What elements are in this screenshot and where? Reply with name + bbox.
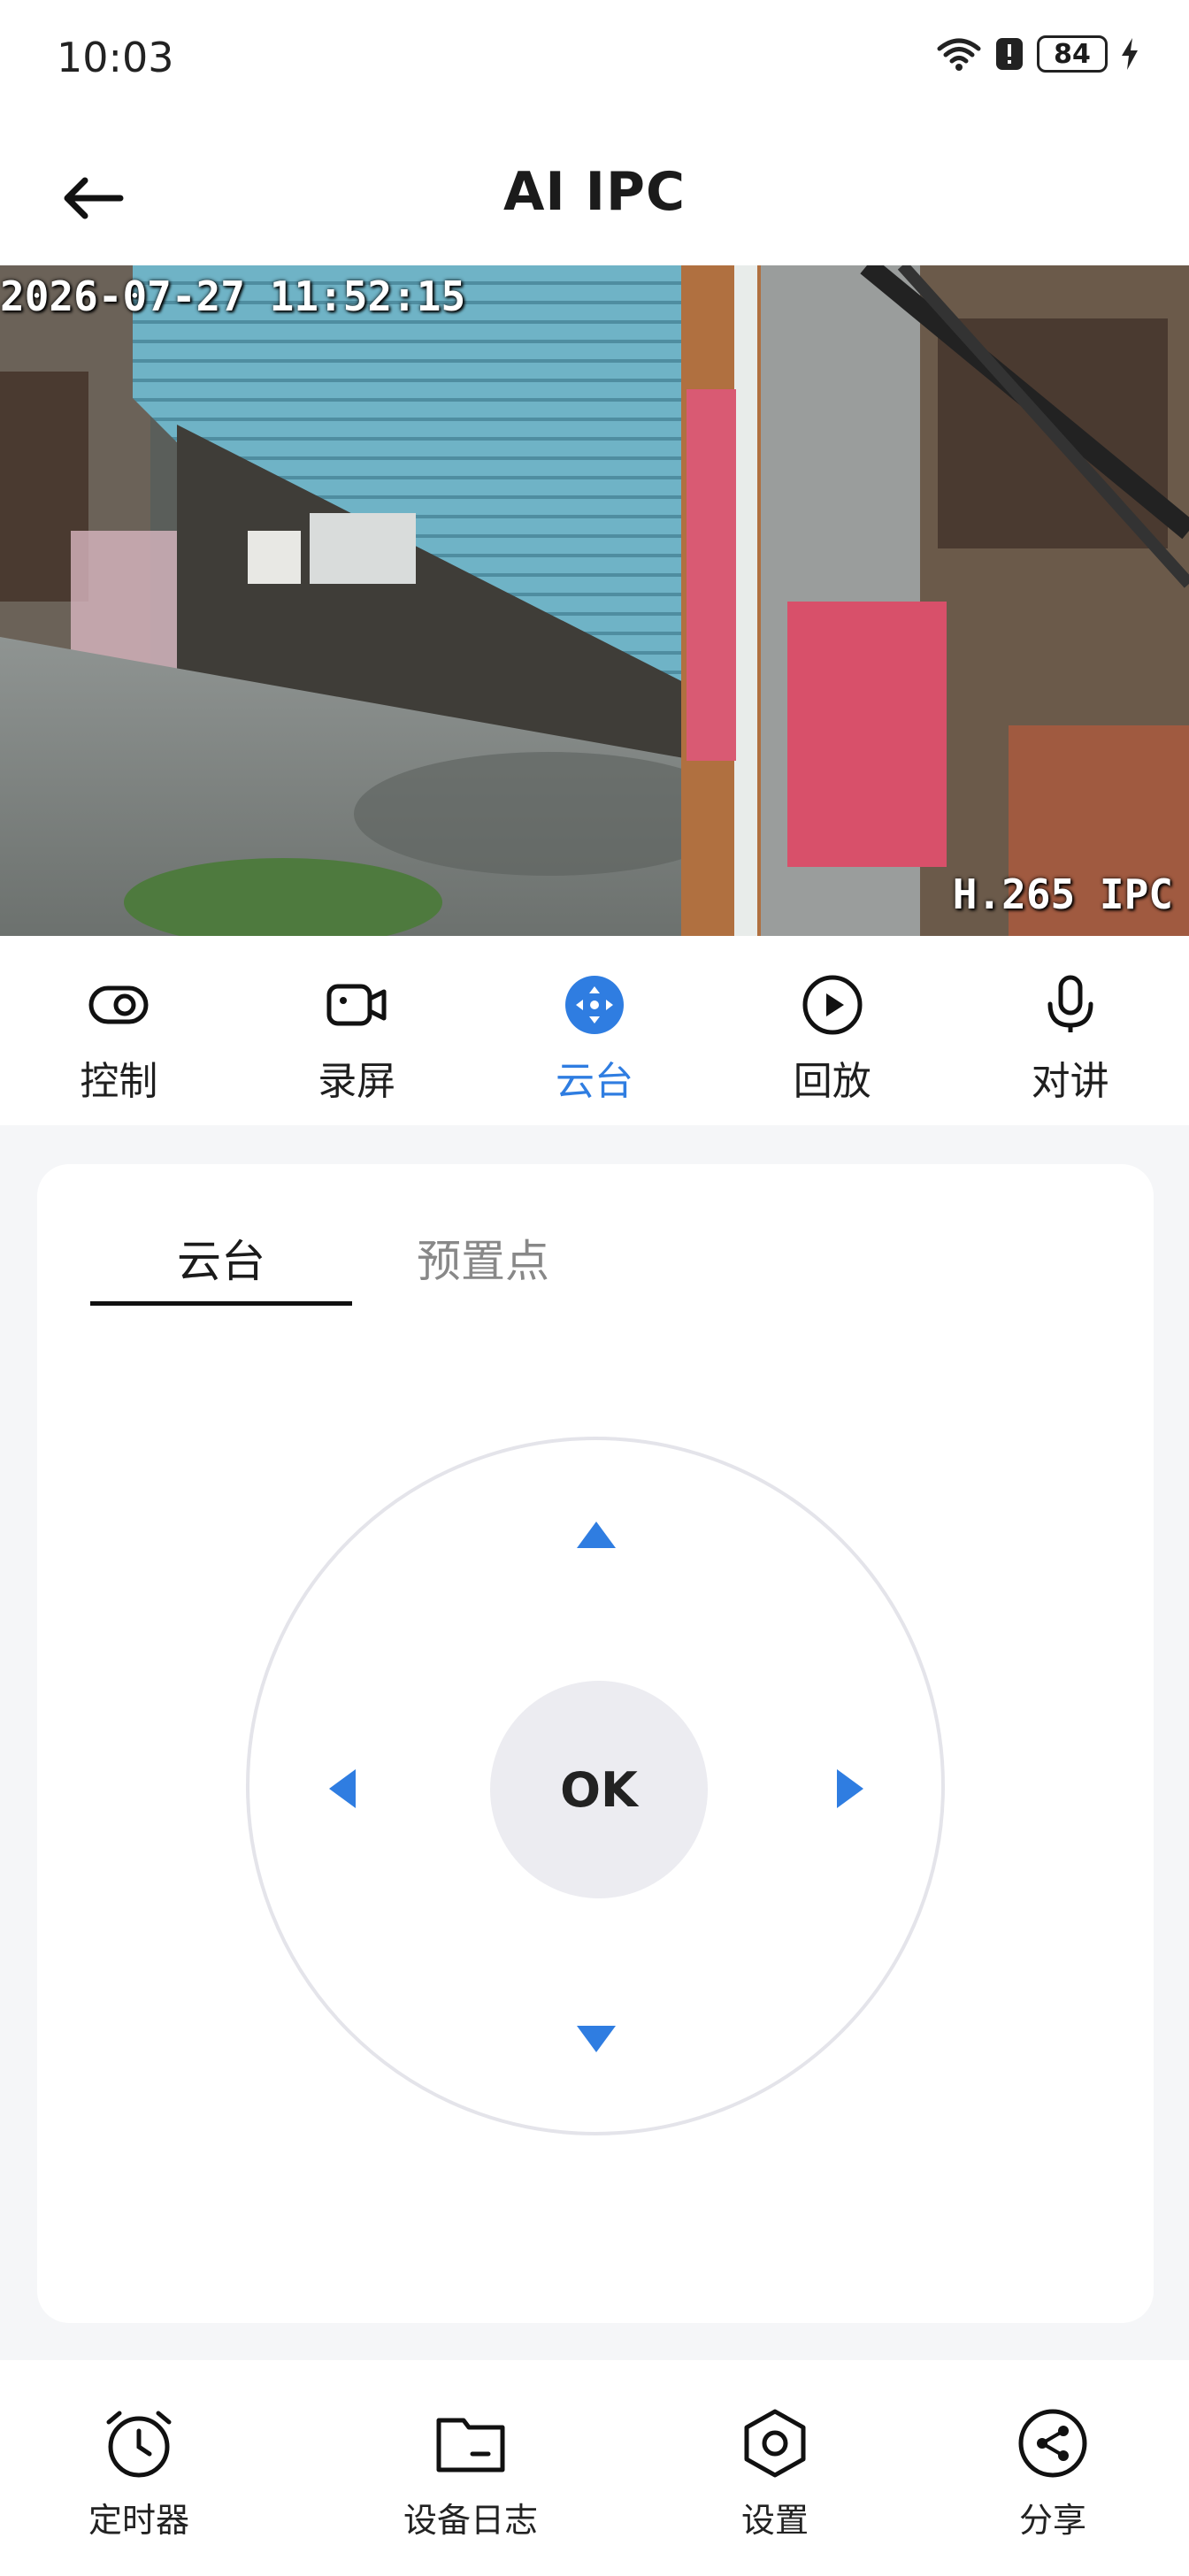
tab-control[interactable]: 控制 <box>0 936 238 1125</box>
tab-ptz-label: 云台 <box>555 1059 633 1104</box>
alarm-clock-icon <box>100 2404 178 2482</box>
alert-icon <box>996 38 1023 70</box>
wifi-icon <box>937 38 981 71</box>
video-codec-label: H.265 IPC <box>952 870 1173 918</box>
direction-pad: OK <box>246 1437 945 2135</box>
camera-live-view[interactable]: 2026-07-27 11:52:15 H.265 IPC <box>0 265 1189 936</box>
charging-icon <box>1122 38 1138 70</box>
nav-settings[interactable]: 设置 <box>736 2404 814 2542</box>
subtab-ptz[interactable]: 云台 <box>90 1221 352 1306</box>
tab-intercom-label: 对讲 <box>1031 1059 1109 1104</box>
nav-share-label: 分享 <box>1018 2501 1086 2540</box>
pan-right-button[interactable] <box>837 1769 863 1808</box>
bottom-nav: 定时器 设备日志 设置 分享 <box>0 2360 1189 2576</box>
share-icon <box>1014 2404 1092 2482</box>
page-title: AI IPC <box>503 161 686 223</box>
status-time: 10:03 <box>57 34 174 81</box>
tab-record-label: 录屏 <box>318 1059 396 1104</box>
battery-indicator: 84 <box>1037 35 1108 73</box>
nav-share[interactable]: 分享 <box>1014 2404 1092 2542</box>
status-icons: 84 <box>936 35 1139 73</box>
app-bar: AI IPC <box>0 124 1189 265</box>
tab-control-label: 控制 <box>80 1059 158 1104</box>
tab-playback-label: 回放 <box>793 1059 871 1104</box>
tab-playback[interactable]: 回放 <box>713 936 951 1125</box>
nav-settings-label: 设置 <box>740 2501 809 2540</box>
pan-up-button[interactable] <box>577 1522 616 1548</box>
folder-icon <box>432 2404 510 2482</box>
nav-timer[interactable]: 定时器 <box>88 2404 189 2542</box>
nav-timer-label: 定时器 <box>88 2501 190 2540</box>
nav-device-log-label: 设备日志 <box>403 2501 539 2540</box>
function-tabs: 控制 录屏 云台 回放 对讲 <box>0 936 1189 1125</box>
settings-hexagon-icon <box>736 2404 814 2482</box>
ok-button[interactable]: OK <box>490 1681 708 1898</box>
status-bar: 10:03 84 <box>0 0 1189 124</box>
tab-record[interactable]: 录屏 <box>238 936 476 1125</box>
tab-intercom[interactable]: 对讲 <box>951 936 1189 1125</box>
ptz-icon <box>563 973 626 1037</box>
nav-device-log[interactable]: 设备日志 <box>403 2404 538 2542</box>
pan-down-button[interactable] <box>577 2026 616 2052</box>
toggle-icon <box>87 973 150 1037</box>
video-timestamp: 2026-07-27 11:52:15 <box>0 272 466 320</box>
microphone-icon <box>1039 973 1102 1037</box>
camera-frame-image <box>0 265 1189 936</box>
video-record-icon <box>325 973 388 1037</box>
ptz-panel: 云台 预置点 OK <box>37 1164 1154 2323</box>
subtab-presets[interactable]: 预置点 <box>352 1221 614 1306</box>
tab-ptz[interactable]: 云台 <box>476 936 714 1125</box>
play-icon <box>801 973 864 1037</box>
ptz-sub-tabs: 云台 预置点 <box>90 1221 614 1306</box>
pan-left-button[interactable] <box>329 1769 356 1808</box>
